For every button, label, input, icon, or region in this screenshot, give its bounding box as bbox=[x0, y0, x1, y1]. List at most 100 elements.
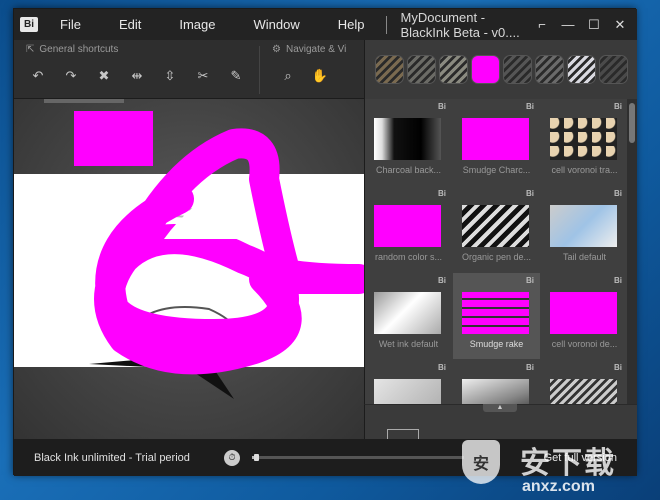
bi-badge-icon: Bi bbox=[438, 276, 446, 285]
brush-preset-item[interactable]: Bi cell voronoi tra... bbox=[541, 99, 628, 185]
brush-preview bbox=[550, 379, 617, 404]
flip-vertical-icon[interactable]: ⇳ bbox=[158, 64, 182, 88]
brush-preset-strip bbox=[364, 40, 637, 99]
brush-preview bbox=[550, 292, 617, 334]
close-icon[interactable]: ✕ bbox=[607, 12, 633, 38]
menu-file[interactable]: File bbox=[48, 17, 100, 32]
watermark: 安 安下载 anxz.com bbox=[448, 420, 660, 500]
brush-preview bbox=[374, 205, 441, 247]
general-shortcuts-title: General shortcuts bbox=[39, 44, 119, 55]
brush-preset-item[interactable]: Bi Smudge Charc... bbox=[453, 99, 540, 185]
menu-window[interactable]: Window bbox=[235, 17, 319, 32]
window-title: MyDocument - BlackInk Beta - v0.... bbox=[400, 9, 520, 40]
bi-badge-icon: Bi bbox=[526, 189, 534, 198]
window-controls: ⌐ — ☐ ✕ bbox=[529, 12, 633, 38]
brush-preview bbox=[462, 292, 529, 334]
redo-icon[interactable]: ↷ bbox=[59, 64, 83, 88]
pin-icon: ⇱ bbox=[26, 44, 35, 55]
trial-status-text: Black Ink unlimited - Trial period bbox=[34, 451, 190, 464]
brush-preview bbox=[374, 379, 441, 404]
title-separator bbox=[385, 15, 387, 34]
brush-label: Charcoal back... bbox=[375, 165, 442, 175]
brush-preview bbox=[374, 118, 441, 160]
brush-label: Tail default bbox=[562, 252, 607, 262]
bi-badge-icon: Bi bbox=[614, 102, 622, 111]
brush-label: Organic pen de... bbox=[461, 252, 532, 262]
navigate-gear-icon: ⚙ bbox=[272, 44, 281, 55]
flip-horizontal-icon[interactable]: ⇹ bbox=[125, 64, 149, 88]
maximize-icon[interactable]: ☐ bbox=[581, 12, 607, 38]
brush-magenta-thumb[interactable] bbox=[471, 55, 500, 84]
navigate-tools: ⌕ ✋ bbox=[276, 64, 332, 88]
pan-hand-icon[interactable]: ✋ bbox=[308, 64, 332, 88]
bi-badge-icon: Bi bbox=[526, 363, 534, 372]
menu-edit[interactable]: Edit bbox=[100, 17, 160, 32]
undo-icon[interactable]: ↶ bbox=[26, 64, 50, 88]
toolbar-divider bbox=[259, 46, 260, 94]
bi-badge-icon: Bi bbox=[614, 276, 622, 285]
brush-preset-item[interactable]: Bi Organic pen de... bbox=[453, 186, 540, 272]
brush-preview bbox=[550, 118, 617, 160]
bi-badge-icon: Bi bbox=[438, 189, 446, 198]
zoom-icon[interactable]: ⌕ bbox=[276, 64, 300, 88]
navigate-title: Navigate & Vi bbox=[285, 44, 347, 55]
brush-eraser-thumb[interactable] bbox=[567, 55, 596, 84]
brush-preset-item[interactable]: Bi Wet ink default bbox=[365, 273, 452, 359]
panel-collapse-tab[interactable]: ▲ bbox=[483, 404, 517, 412]
brush-preset-item[interactable]: Bi Tail default bbox=[541, 186, 628, 272]
clear-icon[interactable]: ✖ bbox=[92, 64, 116, 88]
brush-preset-item[interactable]: Bi bbox=[365, 360, 452, 404]
brush-leaf-thumb[interactable] bbox=[407, 55, 436, 84]
brush-label: Wet ink default bbox=[378, 339, 439, 349]
watermark-url: anxz.com bbox=[522, 478, 595, 495]
brush-label: cell voronoi tra... bbox=[551, 165, 618, 175]
canvas-drawing bbox=[74, 111, 364, 399]
app-window: Bi File Edit Image Window Help MyDocumen… bbox=[13, 8, 637, 476]
canvas-area[interactable] bbox=[14, 99, 364, 439]
brush-panel-scrollbar[interactable] bbox=[627, 99, 637, 404]
cut-icon[interactable]: ✂ bbox=[191, 64, 215, 88]
brush-preview bbox=[374, 292, 441, 334]
menu-bar: Bi File Edit Image Window Help MyDocumen… bbox=[14, 9, 637, 40]
bi-badge-icon: Bi bbox=[526, 102, 534, 111]
general-tools: ↶ ↷ ✖ ⇹ ⇳ ✂ ✎ bbox=[26, 64, 248, 88]
bi-badge-icon: Bi bbox=[438, 102, 446, 111]
magenta-rectangle-stroke bbox=[74, 111, 153, 166]
brush-smudge-thumb[interactable] bbox=[535, 55, 564, 84]
restore-icon[interactable]: ⌐ bbox=[529, 12, 555, 38]
bi-badge-icon: Bi bbox=[614, 363, 622, 372]
menu-help[interactable]: Help bbox=[319, 17, 384, 32]
brush-library-panel: Bi Charcoal back... Bi Smudge Charc... Bi cel… bbox=[364, 99, 637, 404]
brush-organic-thumb[interactable] bbox=[503, 55, 532, 84]
brush-charcoal-strip-thumb[interactable] bbox=[439, 55, 468, 84]
brush-preset-item[interactable]: Bi random color s... bbox=[365, 186, 452, 272]
brush-preset-item[interactable]: Bi bbox=[453, 360, 540, 404]
brush-preset-item[interactable]: Bi bbox=[541, 360, 628, 404]
brush-preset-item[interactable]: Bi Smudge rake bbox=[453, 273, 540, 359]
brush-preview bbox=[550, 205, 617, 247]
minimize-icon[interactable]: — bbox=[555, 12, 581, 38]
general-shortcuts-group: ⇱ General shortcuts bbox=[26, 44, 118, 55]
scroll-thumb[interactable] bbox=[629, 103, 635, 143]
brush-pencil-thumb[interactable] bbox=[375, 55, 404, 84]
navigate-group: ⚙ Navigate & Vi bbox=[272, 44, 346, 55]
magenta-scribble-stroke bbox=[94, 128, 364, 375]
toolbar: ⇱ General shortcuts ↶ ↷ ✖ ⇹ ⇳ ✂ ✎ ⚙ Navigate &… bbox=[14, 40, 364, 99]
brush-label: random color s... bbox=[374, 252, 443, 262]
brush-preview bbox=[462, 118, 529, 160]
brush-label: Smudge rake bbox=[469, 339, 524, 349]
trial-progress-knob bbox=[254, 454, 260, 461]
bi-badge-icon: Bi bbox=[614, 189, 622, 198]
brush-preview bbox=[462, 205, 529, 247]
fill-icon[interactable]: ✎ bbox=[224, 64, 248, 88]
menu-image[interactable]: Image bbox=[160, 17, 234, 32]
watermark-cn-text: 安下载 bbox=[520, 447, 616, 480]
brush-rake-thumb[interactable] bbox=[599, 55, 628, 84]
timer-icon: ⏱ bbox=[224, 449, 240, 466]
brush-label: cell voronoi de... bbox=[551, 339, 618, 349]
app-logo: Bi bbox=[20, 17, 38, 32]
brush-label: Smudge Charc... bbox=[462, 165, 531, 175]
brush-preset-item[interactable]: Bi Charcoal back... bbox=[365, 99, 452, 185]
brush-preset-item[interactable]: Bi cell voronoi de... bbox=[541, 273, 628, 359]
brush-preview bbox=[462, 379, 529, 404]
